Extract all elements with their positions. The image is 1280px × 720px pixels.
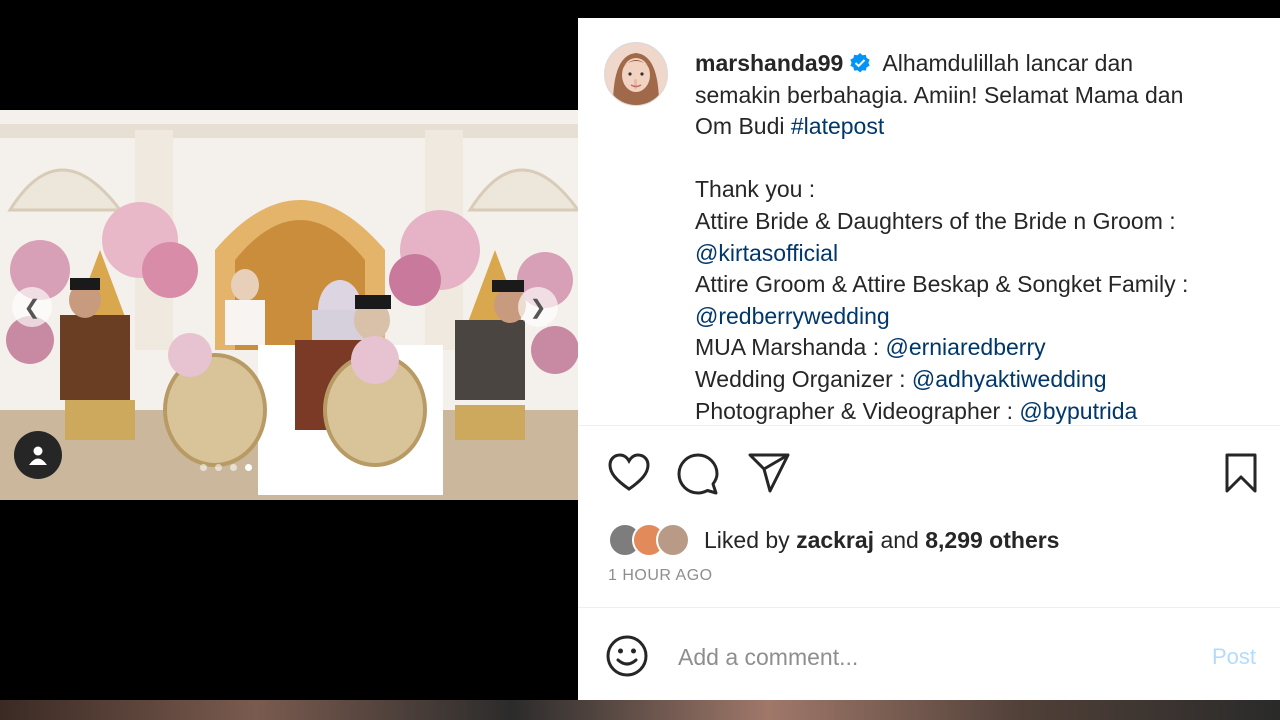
carousel-dot — [335, 464, 342, 471]
comment-icon[interactable] — [677, 453, 719, 495]
caption-line: Attire Bride & Daughters of the Bride n … — [695, 207, 1176, 234]
likes-summary: Liked by zackraj and 8,299 others — [608, 522, 1059, 558]
carousel-dot — [275, 464, 282, 471]
chevron-left-icon: ❮ — [23, 296, 41, 319]
emoji-icon[interactable] — [606, 635, 648, 677]
comment-bar: Post — [578, 607, 1280, 701]
post-details-panel: marshanda99 Alhamdulillah lancar dan sem… — [578, 18, 1280, 700]
background-feed-strip — [0, 700, 1280, 720]
caption-line: Alhamdulillah lancar dan — [877, 50, 1134, 76]
caption-line: Om Budi — [695, 113, 791, 140]
caption-line: Thank you : — [695, 176, 816, 203]
caption-section: marshanda99 Alhamdulillah lancar dan sem… — [578, 18, 1280, 425]
likes-text: Liked by zackraj and 8,299 others — [704, 526, 1060, 553]
carousel-dot — [320, 464, 327, 471]
caption-line: semakin berbahagia. Amiin! Selamat Mama … — [695, 81, 1184, 108]
avatar[interactable] — [604, 42, 668, 106]
bookmark-icon[interactable] — [1224, 453, 1258, 493]
post-timestamp[interactable]: 1 HOUR AGO — [608, 567, 713, 585]
hashtag-link[interactable]: #latepost — [791, 113, 884, 139]
carousel-dot — [245, 464, 252, 471]
caption-line: Attire Groom & Attire Beskap & Songket F… — [695, 271, 1189, 298]
username-link[interactable]: marshanda99 — [695, 50, 843, 76]
post-media: ❮ ❯ — [0, 0, 578, 700]
liker-username-link[interactable]: zackraj — [796, 527, 874, 553]
carousel-dot — [305, 464, 312, 471]
liker-avatar[interactable] — [656, 523, 690, 557]
comment-input[interactable] — [676, 636, 1180, 678]
mention-link[interactable]: @redberrywedding — [695, 303, 890, 329]
user-tag-icon — [29, 446, 47, 465]
post-comment-button[interactable]: Post — [1212, 644, 1256, 670]
user-tags-button[interactable] — [14, 431, 62, 479]
carousel-dot — [230, 464, 237, 471]
action-bar — [578, 425, 1280, 516]
share-icon[interactable] — [748, 453, 790, 493]
carousel-indicator — [200, 464, 342, 471]
post-caption: marshanda99 Alhamdulillah lancar dan sem… — [695, 48, 1255, 425]
carousel-next-button[interactable]: ❯ — [518, 287, 558, 327]
likes-count-link[interactable]: 8,299 others — [925, 527, 1059, 553]
carousel-dot — [290, 464, 297, 471]
caption-line: Wedding Organizer : — [695, 365, 912, 392]
caption-line: Photographer & Videographer : — [695, 397, 1020, 424]
carousel-prev-button[interactable]: ❮ — [12, 287, 52, 327]
mention-link[interactable]: @erniaredberry — [885, 334, 1045, 360]
mention-link[interactable]: @adhyaktiwedding — [912, 366, 1107, 392]
caption-line: MUA Marshanda : — [695, 334, 886, 361]
caption-text: Alhamdulillah lancar dan semakin berbaha… — [695, 50, 1188, 424]
carousel-dot — [215, 464, 222, 471]
carousel-dot — [260, 464, 267, 471]
verified-badge-icon — [850, 53, 870, 73]
mention-link[interactable]: @byputrida — [1019, 398, 1137, 424]
wedding-photo — [0, 110, 578, 500]
mention-link[interactable]: @kirtasofficial — [695, 240, 838, 266]
chevron-right-icon: ❯ — [529, 296, 547, 319]
carousel-dot — [200, 464, 207, 471]
heart-icon[interactable] — [608, 453, 650, 493]
